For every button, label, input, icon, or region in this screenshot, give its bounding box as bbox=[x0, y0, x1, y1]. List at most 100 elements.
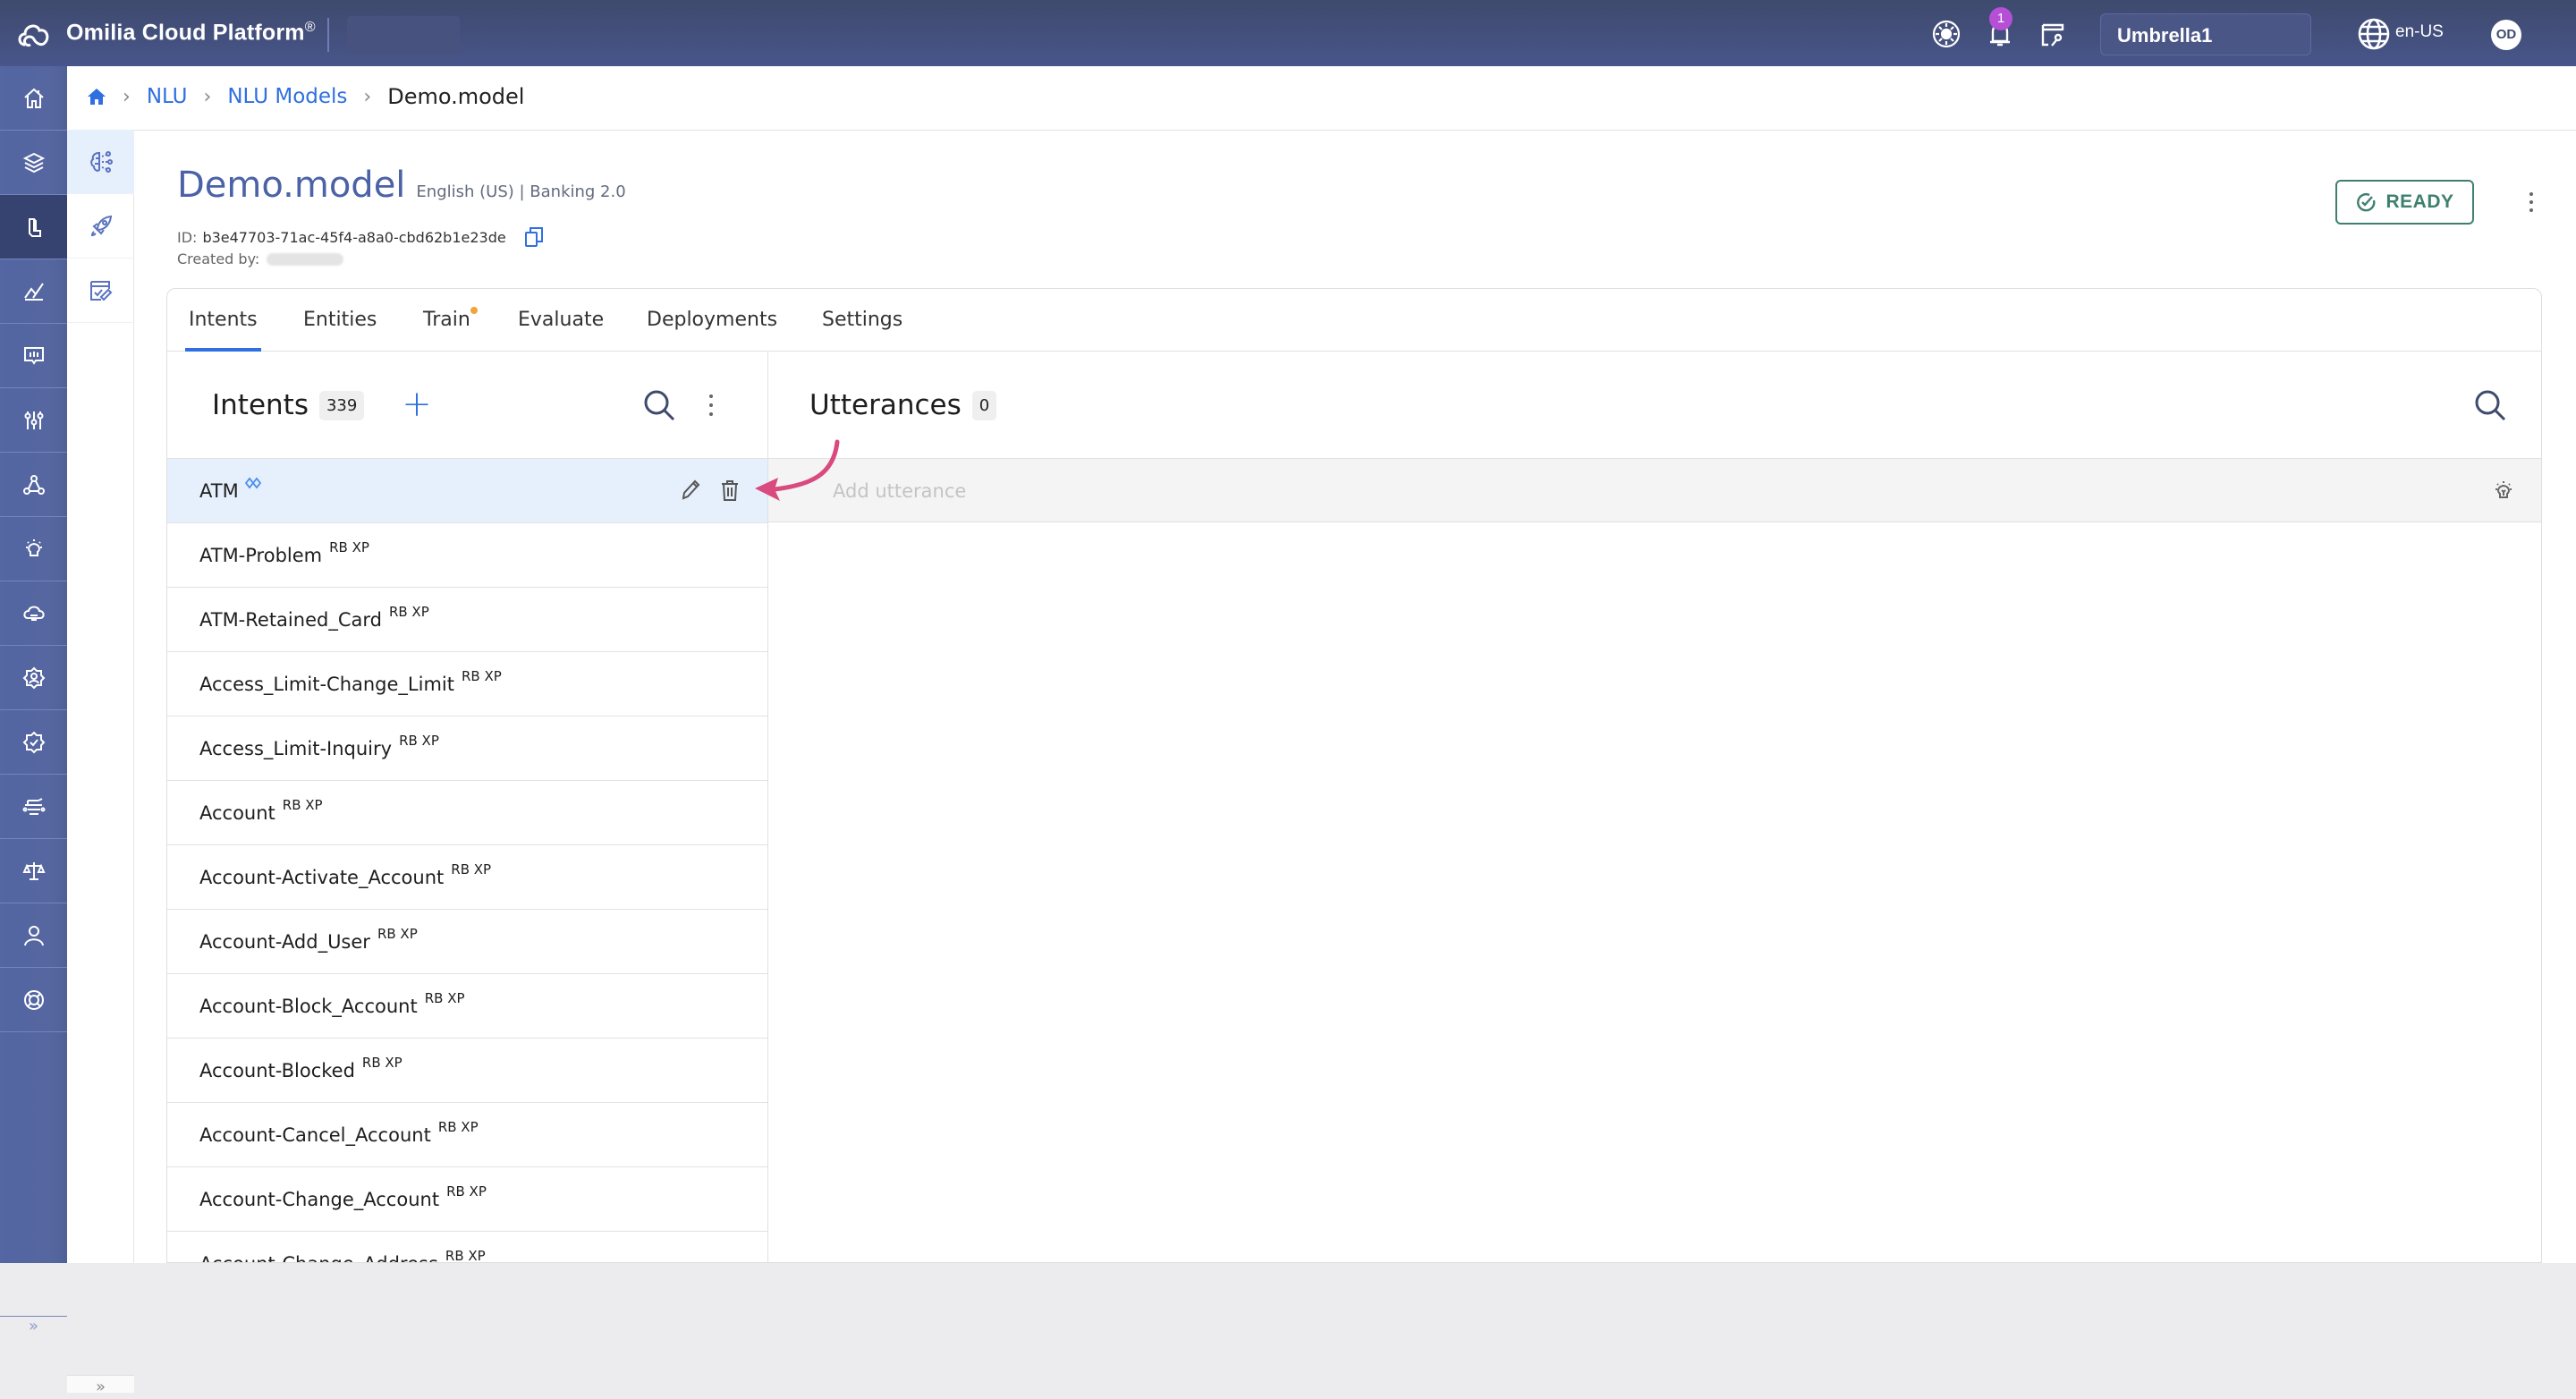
kebab-dot bbox=[2529, 200, 2533, 204]
copy-icon[interactable] bbox=[524, 226, 544, 248]
intent-row[interactable]: Access_Limit-Change_Limit RB XP bbox=[167, 651, 767, 716]
intent-row[interactable]: ATM-Problem RB XP bbox=[167, 522, 767, 587]
intent-tags: RB XP bbox=[437, 1118, 479, 1135]
breadcrumb-nlu[interactable]: NLU bbox=[147, 85, 188, 108]
status-badge[interactable]: READY bbox=[2335, 180, 2474, 225]
search-utterances-icon[interactable] bbox=[2472, 387, 2508, 423]
breadcrumb-current: Demo.model bbox=[387, 84, 525, 109]
intent-row-actions bbox=[680, 479, 741, 502]
expand-subrail-button[interactable]: » bbox=[67, 1375, 134, 1396]
delete-trash-icon[interactable] bbox=[719, 479, 741, 502]
tab-train[interactable]: Train bbox=[423, 307, 478, 352]
intents-header: Intents 339 + bbox=[167, 352, 767, 459]
tab-evaluate[interactable]: Evaluate bbox=[518, 309, 604, 352]
intent-row[interactable]: Account-Cancel_Account RB XP bbox=[167, 1102, 767, 1166]
intent-name: Account bbox=[199, 801, 275, 824]
notification-badge: 1 bbox=[1989, 7, 2012, 30]
add-utterance-input[interactable] bbox=[833, 473, 2443, 509]
intent-row[interactable]: Account-Change_Account RB XP bbox=[167, 1166, 767, 1231]
model-id-value: b3e47703-71ac-45f4-a8a0-cbd62b1e23de bbox=[202, 228, 506, 246]
rail-item-integrations[interactable] bbox=[0, 775, 67, 839]
intent-tags: RB XP bbox=[446, 1183, 487, 1200]
subrail-item-models[interactable] bbox=[67, 130, 134, 194]
intent-row[interactable]: Account-Add_User RB XP bbox=[167, 909, 767, 973]
intent-name: Account-Add_User bbox=[199, 930, 370, 953]
avatar[interactable]: OD bbox=[2491, 20, 2521, 50]
circuit-icon bbox=[22, 797, 45, 815]
rail-item-help[interactable] bbox=[0, 968, 67, 1032]
intents-title: Intents 339 bbox=[212, 389, 365, 421]
cloud-server-icon bbox=[22, 606, 45, 621]
intent-name: Account-Activate_Account bbox=[199, 866, 445, 888]
rail-item-network[interactable] bbox=[0, 453, 67, 517]
rail-item-cloud[interactable] bbox=[0, 581, 67, 646]
rail-item-analytics[interactable] bbox=[0, 259, 67, 324]
app-title[interactable]: Omilia Cloud Platform® bbox=[66, 20, 316, 46]
intent-row[interactable]: Account-Change_Address RB XP bbox=[167, 1231, 767, 1263]
secondary-nav-rail: » bbox=[67, 130, 134, 1396]
model-id-label: ID: bbox=[177, 228, 198, 246]
tab-settings[interactable]: Settings bbox=[822, 309, 902, 352]
intent-row[interactable]: ATM bbox=[167, 458, 767, 522]
edit-pencil-icon[interactable] bbox=[680, 479, 701, 502]
intent-row[interactable]: ATM-Retained_Card RB XP bbox=[167, 587, 767, 651]
rail-item-user-admin[interactable] bbox=[0, 646, 67, 710]
status-label: READY bbox=[2385, 191, 2454, 212]
rail-item-ideas[interactable] bbox=[0, 517, 67, 581]
intent-name: Account-Blocked bbox=[199, 1059, 355, 1081]
intent-row[interactable]: Account-Blocked RB XP bbox=[167, 1038, 767, 1102]
intent-tags: RB XP bbox=[424, 989, 465, 1006]
breadcrumb: › NLU › NLU Models › Demo.model bbox=[87, 84, 524, 109]
model-workspace-card: Intents Entities Train Evaluate Deployme… bbox=[166, 288, 2542, 1263]
globe-icon[interactable] bbox=[2356, 16, 2392, 52]
rocket-icon bbox=[90, 215, 112, 236]
intent-name: Account-Change_Address bbox=[199, 1253, 438, 1263]
divider bbox=[327, 18, 329, 52]
breadcrumb-separator: › bbox=[203, 85, 212, 108]
breadcrumb-bar: › NLU › NLU Models › Demo.model bbox=[67, 66, 2576, 131]
search-intents-icon[interactable] bbox=[641, 387, 677, 423]
tenant-selector[interactable]: Umbrella1 bbox=[2100, 13, 2311, 55]
rail-item-home[interactable] bbox=[0, 66, 67, 131]
intent-name: ATM-Retained_Card bbox=[199, 608, 382, 631]
rail-item-compliance[interactable] bbox=[0, 839, 67, 903]
intent-tags: RB XP bbox=[462, 667, 502, 684]
intent-name: ATM bbox=[199, 479, 239, 502]
sliders-icon bbox=[24, 411, 43, 429]
rail-item-verified[interactable] bbox=[0, 710, 67, 775]
user-icon bbox=[23, 925, 44, 945]
rail-item-insights[interactable] bbox=[0, 324, 67, 388]
intent-row[interactable]: Access_Limit-Inquiry RB XP bbox=[167, 716, 767, 780]
subrail-item-review[interactable] bbox=[67, 259, 134, 323]
intent-row[interactable]: Account RB XP bbox=[167, 780, 767, 844]
rail-item-nlu[interactable] bbox=[0, 195, 67, 259]
intent-tags: RB XP bbox=[451, 861, 492, 878]
kebab-dot bbox=[709, 394, 713, 398]
intent-row[interactable]: Account-Activate_Account RB XP bbox=[167, 844, 767, 909]
tab-intents[interactable]: Intents bbox=[185, 309, 261, 352]
intents-more-menu-button[interactable] bbox=[704, 391, 718, 420]
expand-rail-button[interactable]: » bbox=[0, 1316, 67, 1335]
rail-item-layers[interactable] bbox=[0, 131, 67, 195]
theme-toggle-icon[interactable] bbox=[1930, 18, 1962, 50]
suggestions-lightbulb-icon[interactable] bbox=[2491, 479, 2516, 504]
tab-entities[interactable]: Entities bbox=[303, 309, 377, 352]
tab-deployments[interactable]: Deployments bbox=[647, 309, 777, 352]
home-breadcrumb-icon[interactable] bbox=[87, 88, 106, 106]
model-more-menu-button[interactable] bbox=[2522, 186, 2540, 218]
intent-tags: RB XP bbox=[445, 1247, 486, 1263]
intent-name: Account-Change_Account bbox=[199, 1188, 440, 1210]
breadcrumb-nlu-models[interactable]: NLU Models bbox=[227, 85, 347, 108]
intents-count: 339 bbox=[318, 390, 365, 420]
tab-bar: Intents Entities Train Evaluate Deployme… bbox=[167, 289, 2541, 352]
license-key-icon[interactable] bbox=[2038, 18, 2070, 50]
add-intent-button[interactable]: + bbox=[402, 386, 432, 423]
intent-tags: RB XP bbox=[377, 925, 418, 942]
subrail-item-deploy[interactable] bbox=[67, 194, 134, 259]
intent-row[interactable]: Account-Block_Account RB XP bbox=[167, 973, 767, 1038]
rail-item-settings[interactable] bbox=[0, 388, 67, 453]
rail-item-profile[interactable] bbox=[0, 903, 67, 968]
language-selector[interactable]: en-US bbox=[2395, 22, 2444, 42]
cloud-logo-icon[interactable] bbox=[14, 18, 54, 50]
intent-name: ATM-Problem bbox=[199, 544, 323, 566]
